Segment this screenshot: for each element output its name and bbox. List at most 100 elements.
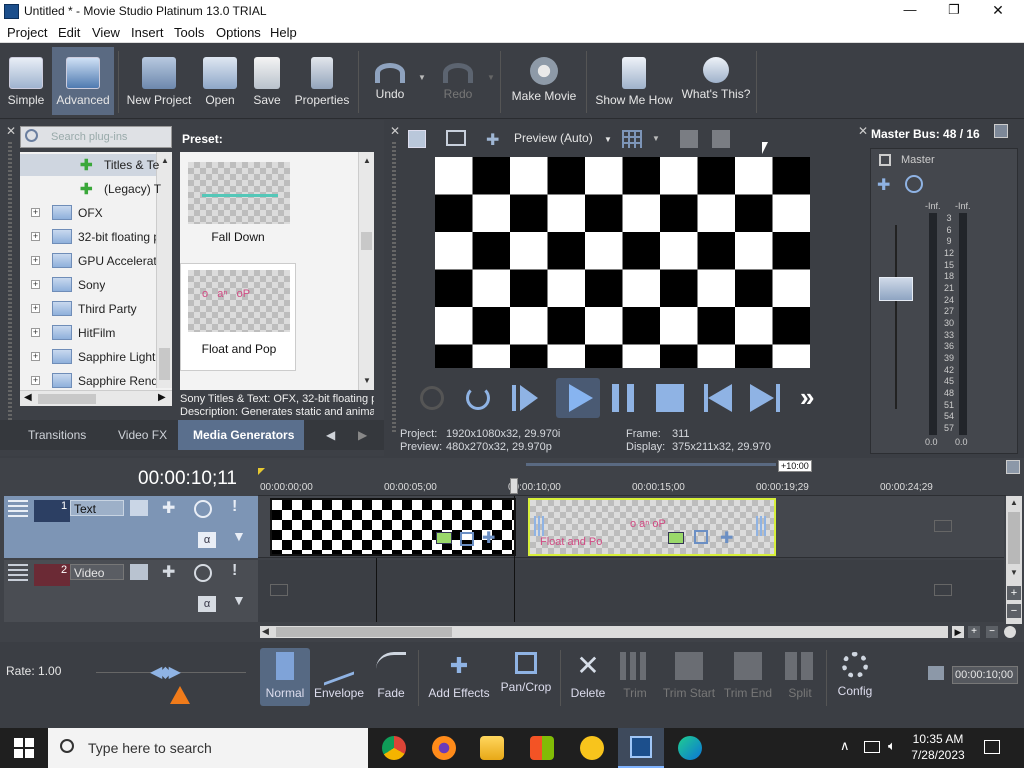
maximize-button[interactable]: ❐ (944, 2, 964, 18)
timecode-display[interactable]: 00:00:10;11 (138, 468, 237, 490)
zoom-in-horizontal-icon[interactable]: + (968, 626, 980, 638)
plugin-search-box[interactable]: Search plug-ins (20, 126, 172, 148)
tree-item-gpu[interactable]: +GPU Accelerated (20, 250, 156, 272)
redo-dropdown-icon[interactable]: ▼ (487, 73, 495, 82)
track-fx-icon[interactable]: ✚ (162, 562, 175, 582)
panel-grip[interactable] (392, 142, 396, 432)
clip-fx-icon[interactable] (436, 532, 452, 544)
preview-settings-icon[interactable] (408, 130, 426, 148)
preset-float-and-pop[interactable]: o aⁿ oP Float and Pop (180, 263, 296, 371)
open-button[interactable]: Open (200, 47, 240, 115)
save-button[interactable]: Save (248, 47, 286, 115)
track-name-field[interactable]: Video (70, 564, 124, 580)
scroll-down-icon[interactable]: ▼ (363, 376, 371, 385)
external-monitor-icon[interactable] (446, 130, 466, 146)
new-project-button[interactable]: New Project (124, 47, 194, 115)
scroll-thumb[interactable] (159, 348, 170, 380)
zoom-magnifier-icon[interactable] (1004, 626, 1016, 638)
tree-item-sapphire-render[interactable]: +Sapphire Rende (20, 370, 156, 392)
expand-icon[interactable]: + (31, 352, 40, 361)
hscroll-thumb[interactable] (38, 394, 96, 404)
timeline-hscrollbar[interactable]: ◀ ▶ + − (258, 624, 1024, 640)
overlays-dropdown-icon[interactable]: ▼ (652, 134, 660, 143)
end-time-display[interactable]: 00:00:10;00 (952, 666, 1018, 684)
scroll-up-icon[interactable]: ▲ (161, 156, 169, 165)
show-hidden-icons-icon[interactable]: ∧ (840, 738, 850, 754)
windows-start-icon[interactable] (14, 738, 34, 758)
panel-close-icon[interactable]: ✕ (858, 124, 868, 138)
chrome-icon[interactable] (382, 736, 406, 760)
playhead-marker[interactable] (510, 478, 518, 494)
pause-button[interactable] (612, 384, 634, 412)
menu-tools[interactable]: Tools (174, 25, 204, 40)
checker-clip[interactable]: ✚ (270, 498, 516, 556)
edge-icon[interactable] (678, 736, 702, 760)
tree-item-hitfilm[interactable]: + HitFilm (20, 322, 156, 344)
tree-item-titles-text[interactable]: ✚ Titles & Te (20, 154, 159, 176)
pan-crop-button[interactable]: Pan/Crop (498, 648, 554, 706)
expand-icon[interactable]: + (31, 256, 40, 265)
properties-button[interactable]: Properties (292, 47, 352, 115)
play-from-start-button[interactable] (512, 383, 540, 413)
scroll-up-icon[interactable]: ▲ (363, 156, 371, 165)
shuttle-arrows-icon[interactable]: ◀◆▶ (150, 662, 198, 682)
network-icon[interactable] (864, 741, 880, 753)
preview-quality-select[interactable]: Preview (Auto) ▼ (514, 131, 612, 145)
track-solo-icon[interactable]: ! (232, 498, 237, 516)
track-header-video[interactable]: 2 Video ✚ ! α ▼ (4, 560, 258, 622)
tab-scroll-right-icon[interactable]: ▶ (358, 428, 367, 442)
tree-item-third-party[interactable]: + Third Party (20, 298, 156, 320)
preset-scrollbar[interactable]: ▲ ▼ (358, 152, 374, 390)
panel-grip[interactable] (8, 142, 12, 432)
master-fader-handle[interactable] (879, 277, 913, 301)
split-button[interactable]: Split (778, 648, 822, 706)
track-collapse-icon[interactable] (8, 500, 28, 518)
save-snapshot-icon[interactable] (712, 130, 730, 148)
go-to-end-button[interactable] (750, 384, 782, 412)
tab-transitions[interactable]: Transitions (28, 428, 86, 442)
norton-icon[interactable] (580, 736, 604, 760)
close-button[interactable]: ✕ (988, 2, 1008, 19)
expand-icon[interactable]: + (31, 328, 40, 337)
alpha-icon[interactable]: α (198, 596, 216, 612)
play-button[interactable] (556, 378, 600, 418)
trim-start-button[interactable]: Trim Start (660, 648, 718, 706)
rate-slider-handle[interactable] (170, 686, 190, 704)
clip-handle-left-icon[interactable] (534, 516, 546, 536)
tab-video-fx[interactable]: Video FX (118, 428, 167, 442)
clip-fx-icon[interactable] (668, 532, 684, 544)
loop-region-bar[interactable] (526, 463, 776, 466)
notifications-icon[interactable] (984, 740, 1000, 754)
marker-bar-icon[interactable] (1006, 460, 1020, 474)
scroll-right-icon[interactable]: ▶ (158, 392, 166, 403)
volume-icon[interactable]: 🔈︎ (888, 738, 896, 754)
track-mute-icon[interactable] (194, 500, 212, 518)
scroll-left-icon[interactable]: ◀ (24, 392, 32, 403)
track-level-icon[interactable]: ▼ (232, 592, 246, 608)
copy-snapshot-icon[interactable] (680, 130, 698, 148)
time-ruler[interactable]: +10:00 00:00:00;00 00:00:05;00 00:00:10;… (258, 458, 1006, 496)
track-name-field[interactable]: Text (70, 500, 124, 516)
loop-playback-icon[interactable] (466, 386, 490, 410)
trim-button[interactable]: Trim (614, 648, 656, 706)
panel-close-icon[interactable]: ✕ (6, 124, 16, 138)
master-fx-chain-icon[interactable]: ✚ (877, 175, 890, 195)
undo-dropdown-icon[interactable]: ▼ (418, 73, 426, 82)
normal-edit-tool-button[interactable]: Normal (260, 648, 310, 706)
preset-fall-down[interactable]: Fall Down (182, 154, 294, 258)
record-button[interactable] (420, 386, 444, 410)
zoom-out-vertical-icon[interactable]: − (1007, 604, 1021, 618)
expand-icon[interactable]: + (31, 304, 40, 313)
envelope-tool-button[interactable]: Envelope (312, 646, 366, 706)
overlays-grid-icon[interactable] (622, 130, 642, 148)
master-fx-icon[interactable] (879, 154, 891, 166)
movie-studio-taskbar-item[interactable] (618, 728, 664, 768)
scroll-left-icon[interactable]: ◀ (262, 626, 269, 637)
expand-icon[interactable]: + (31, 208, 40, 217)
add-effects-button[interactable]: ✚ Add Effects (426, 648, 492, 706)
tree-item-sony[interactable]: + Sony (20, 274, 156, 296)
advanced-button[interactable]: Advanced (52, 47, 114, 115)
microsoft-store-icon[interactable] (530, 736, 554, 760)
more-transport-icon[interactable]: » (800, 382, 814, 413)
master-mute-icon[interactable] (905, 175, 923, 193)
